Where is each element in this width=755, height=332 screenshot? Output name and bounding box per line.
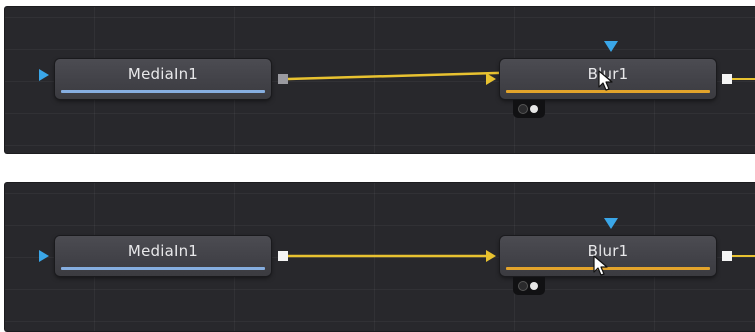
effect-mask-triangle-icon[interactable] <box>604 41 618 52</box>
blur-input-triangle-icon[interactable] <box>486 250 496 262</box>
view-dot-left[interactable] <box>519 282 527 290</box>
view-dot-right[interactable] <box>530 282 538 290</box>
mouse-pointer-icon <box>598 70 613 91</box>
node-view-toggle-tab[interactable] <box>513 277 545 295</box>
blur-output-wire <box>732 255 755 257</box>
view-dot-right[interactable] <box>530 105 538 113</box>
blur-output-wire <box>732 78 755 80</box>
node-editor-panel-bottom[interactable]: MediaIn1 Blur1 <box>4 182 755 332</box>
node-view-toggle-tab[interactable] <box>513 100 545 118</box>
blur-output-square-icon[interactable] <box>722 74 732 84</box>
blur-input-triangle-icon[interactable] <box>486 73 496 85</box>
blur-output-square-icon[interactable] <box>722 251 732 261</box>
node-editor-panel-top[interactable]: MediaIn1 Blur1 <box>4 6 755 154</box>
mouse-pointer-icon <box>593 255 608 276</box>
view-dot-left[interactable] <box>519 105 527 113</box>
effect-mask-triangle-icon[interactable] <box>604 218 618 229</box>
